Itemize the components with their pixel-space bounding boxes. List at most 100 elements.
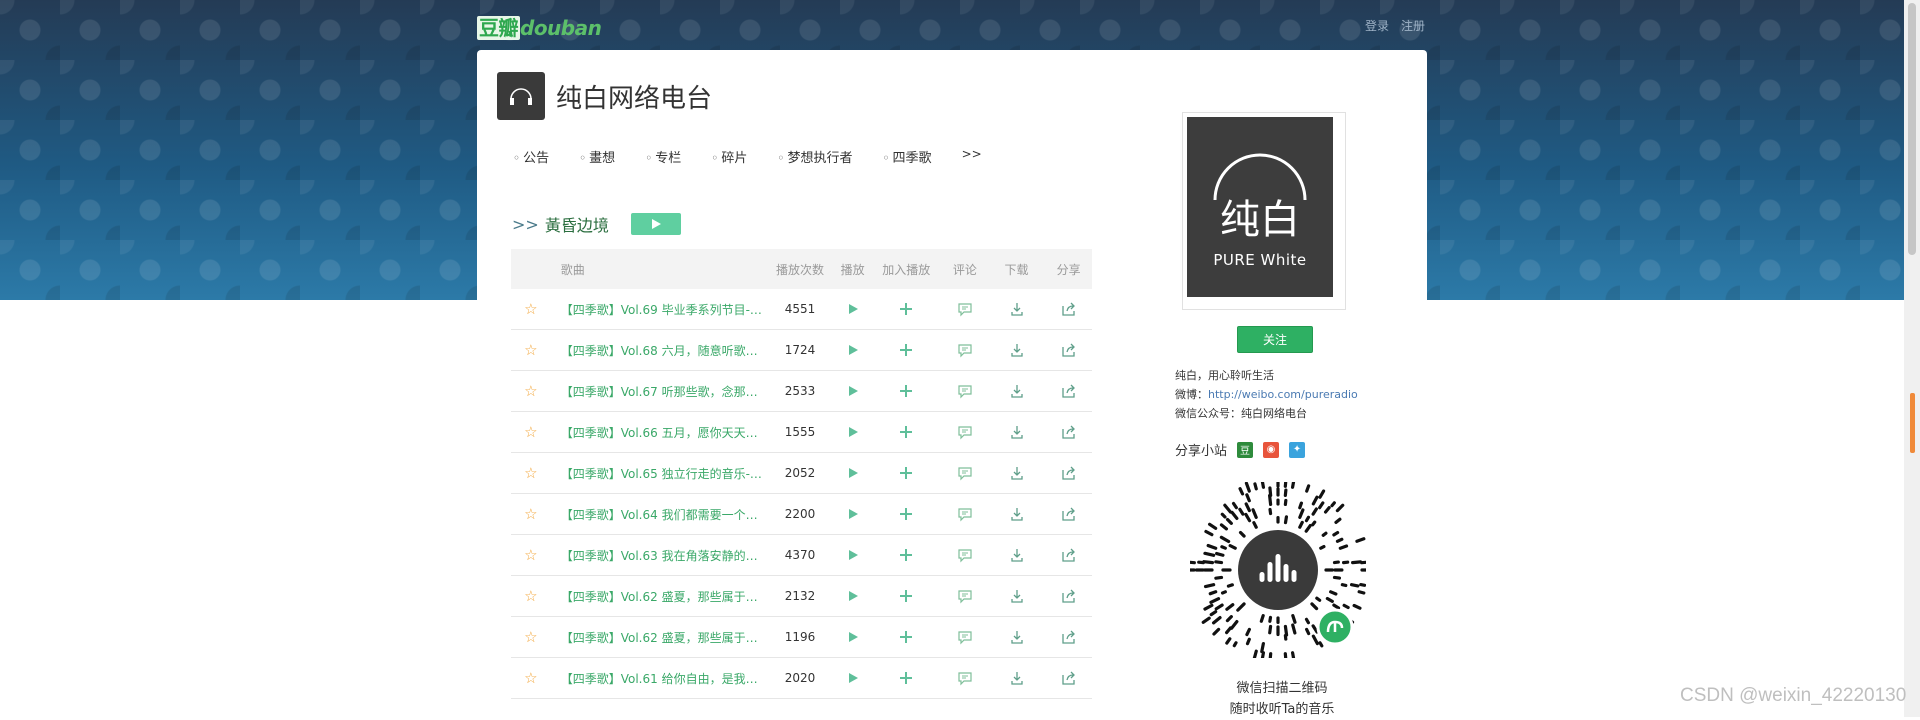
follow-button[interactable]: 关注: [1237, 326, 1313, 353]
comment-icon[interactable]: [942, 301, 988, 317]
play-icon[interactable]: [835, 588, 871, 604]
qr-mark: [1214, 629, 1219, 634]
download-icon[interactable]: [988, 465, 1046, 481]
weibo-link[interactable]: http://weibo.com/pureradio: [1208, 388, 1358, 401]
play-icon[interactable]: [835, 301, 871, 317]
favorite-star-icon[interactable]: ☆: [511, 423, 551, 441]
favorite-star-icon[interactable]: ☆: [511, 669, 551, 687]
side-tab-marker[interactable]: [1910, 393, 1915, 453]
play-all-button[interactable]: [631, 213, 681, 235]
play-icon[interactable]: [835, 629, 871, 645]
douban-logo[interactable]: 豆瓣douban: [477, 12, 601, 41]
song-title-link[interactable]: 【四季歌】Vol.65 独立行走的音乐--…: [551, 465, 766, 482]
share-icon[interactable]: [1045, 506, 1092, 522]
download-icon[interactable]: [988, 342, 1046, 358]
share-icon[interactable]: [1045, 383, 1092, 399]
play-icon[interactable]: [835, 383, 871, 399]
douban-share-icon[interactable]: 豆: [1237, 442, 1253, 458]
download-icon[interactable]: [988, 383, 1046, 399]
page-scrollbar[interactable]: [1904, 0, 1920, 717]
qr-mark: [1210, 592, 1215, 594]
song-title-link[interactable]: 【四季歌】Vol.62 盛夏，那些属于我…: [551, 588, 766, 605]
song-title-link[interactable]: 【四季歌】Vol.67 听那些歌，念那些…: [551, 383, 766, 400]
add-to-playlist-icon[interactable]: [871, 383, 943, 399]
tab-column[interactable]: 专栏: [645, 147, 681, 166]
comment-icon[interactable]: [942, 465, 988, 481]
download-icon[interactable]: [988, 424, 1046, 440]
comment-icon[interactable]: [942, 547, 988, 563]
favorite-star-icon[interactable]: ☆: [511, 546, 551, 564]
add-to-playlist-icon[interactable]: [871, 547, 943, 563]
comment-icon[interactable]: [942, 629, 988, 645]
favorite-star-icon[interactable]: ☆: [511, 341, 551, 359]
download-icon[interactable]: [988, 506, 1046, 522]
play-icon[interactable]: [835, 424, 871, 440]
tab-dream[interactable]: 畫想: [579, 147, 615, 166]
song-title-link[interactable]: 【四季歌】Vol.63 我在角落安静的唱…: [551, 547, 766, 564]
comment-icon[interactable]: [942, 588, 988, 604]
share-icon[interactable]: [1045, 547, 1092, 563]
station-title: 纯白网络电台: [556, 78, 712, 115]
comment-icon[interactable]: [942, 670, 988, 686]
qr-mark: [1352, 585, 1358, 586]
comment-icon[interactable]: [942, 424, 988, 440]
share-icon[interactable]: [1045, 629, 1092, 645]
comment-icon[interactable]: [942, 342, 988, 358]
share-icon[interactable]: [1045, 342, 1092, 358]
favorite-star-icon[interactable]: ☆: [511, 587, 551, 605]
download-icon[interactable]: [988, 547, 1046, 563]
favorite-star-icon[interactable]: ☆: [511, 464, 551, 482]
play-icon[interactable]: [835, 342, 871, 358]
favorite-star-icon[interactable]: ☆: [511, 628, 551, 646]
tab-dream-executor[interactable]: 梦想执行者: [777, 147, 852, 166]
play-count: 1555: [765, 425, 835, 439]
favorite-star-icon[interactable]: ☆: [511, 382, 551, 400]
favorite-star-icon[interactable]: ☆: [511, 300, 551, 318]
song-title-link[interactable]: 【四季歌】Vol.68 六月，随意听歌吧 …: [551, 342, 766, 359]
qr-mark: [1307, 619, 1309, 622]
comment-icon[interactable]: [942, 506, 988, 522]
share-icon[interactable]: [1045, 424, 1092, 440]
share-icon[interactable]: [1045, 670, 1092, 686]
song-title-link[interactable]: 【四季歌】Vol.61 给你自由，是我最…: [551, 670, 766, 687]
add-to-playlist-icon[interactable]: [871, 629, 943, 645]
weibo-share-icon[interactable]: ◉: [1263, 442, 1279, 458]
share-icon[interactable]: [1045, 588, 1092, 604]
download-icon[interactable]: [988, 629, 1046, 645]
share-icon[interactable]: [1045, 301, 1092, 317]
download-icon[interactable]: [988, 588, 1046, 604]
tab-four-seasons[interactable]: 四季歌: [882, 147, 931, 166]
add-to-playlist-icon[interactable]: [871, 424, 943, 440]
download-icon[interactable]: [988, 301, 1046, 317]
qr-mark: [1342, 585, 1345, 586]
favorite-star-icon[interactable]: ☆: [511, 505, 551, 523]
tab-announcement[interactable]: 公告: [513, 147, 549, 166]
download-icon[interactable]: [988, 670, 1046, 686]
song-title-link[interactable]: 【四季歌】Vol.69 毕业季系列节目--…: [551, 301, 766, 318]
play-icon[interactable]: [835, 547, 871, 563]
tabs-more-link[interactable]: >>: [962, 147, 982, 166]
scrollbar-thumb[interactable]: [1908, 3, 1916, 255]
play-icon[interactable]: [835, 465, 871, 481]
add-to-playlist-icon[interactable]: [871, 301, 943, 317]
song-title-link[interactable]: 【四季歌】Vol.64 我们都需要一个爱…: [551, 506, 766, 523]
add-to-playlist-icon[interactable]: [871, 342, 943, 358]
add-to-playlist-icon[interactable]: [871, 506, 943, 522]
register-link[interactable]: 注册: [1401, 19, 1425, 33]
share-icon[interactable]: [1045, 465, 1092, 481]
add-to-playlist-icon[interactable]: [871, 465, 943, 481]
qzone-share-icon[interactable]: ✦: [1289, 442, 1305, 458]
qr-mark: [1270, 654, 1271, 658]
play-icon[interactable]: [835, 506, 871, 522]
add-to-playlist-icon[interactable]: [871, 588, 943, 604]
album-title[interactable]: 黃昏边境: [545, 212, 609, 236]
play-icon[interactable]: [835, 670, 871, 686]
add-to-playlist-icon[interactable]: [871, 670, 943, 686]
qr-mark: [1293, 616, 1295, 623]
tab-fragments[interactable]: 碎片: [711, 147, 747, 166]
login-link[interactable]: 登录: [1365, 19, 1389, 33]
song-title-link[interactable]: 【四季歌】Vol.62 盛夏，那些属于我…: [551, 629, 766, 646]
comment-icon[interactable]: [942, 383, 988, 399]
qr-mark: [1300, 503, 1302, 508]
song-title-link[interactable]: 【四季歌】Vol.66 五月，愿你天天晴…: [551, 424, 766, 441]
